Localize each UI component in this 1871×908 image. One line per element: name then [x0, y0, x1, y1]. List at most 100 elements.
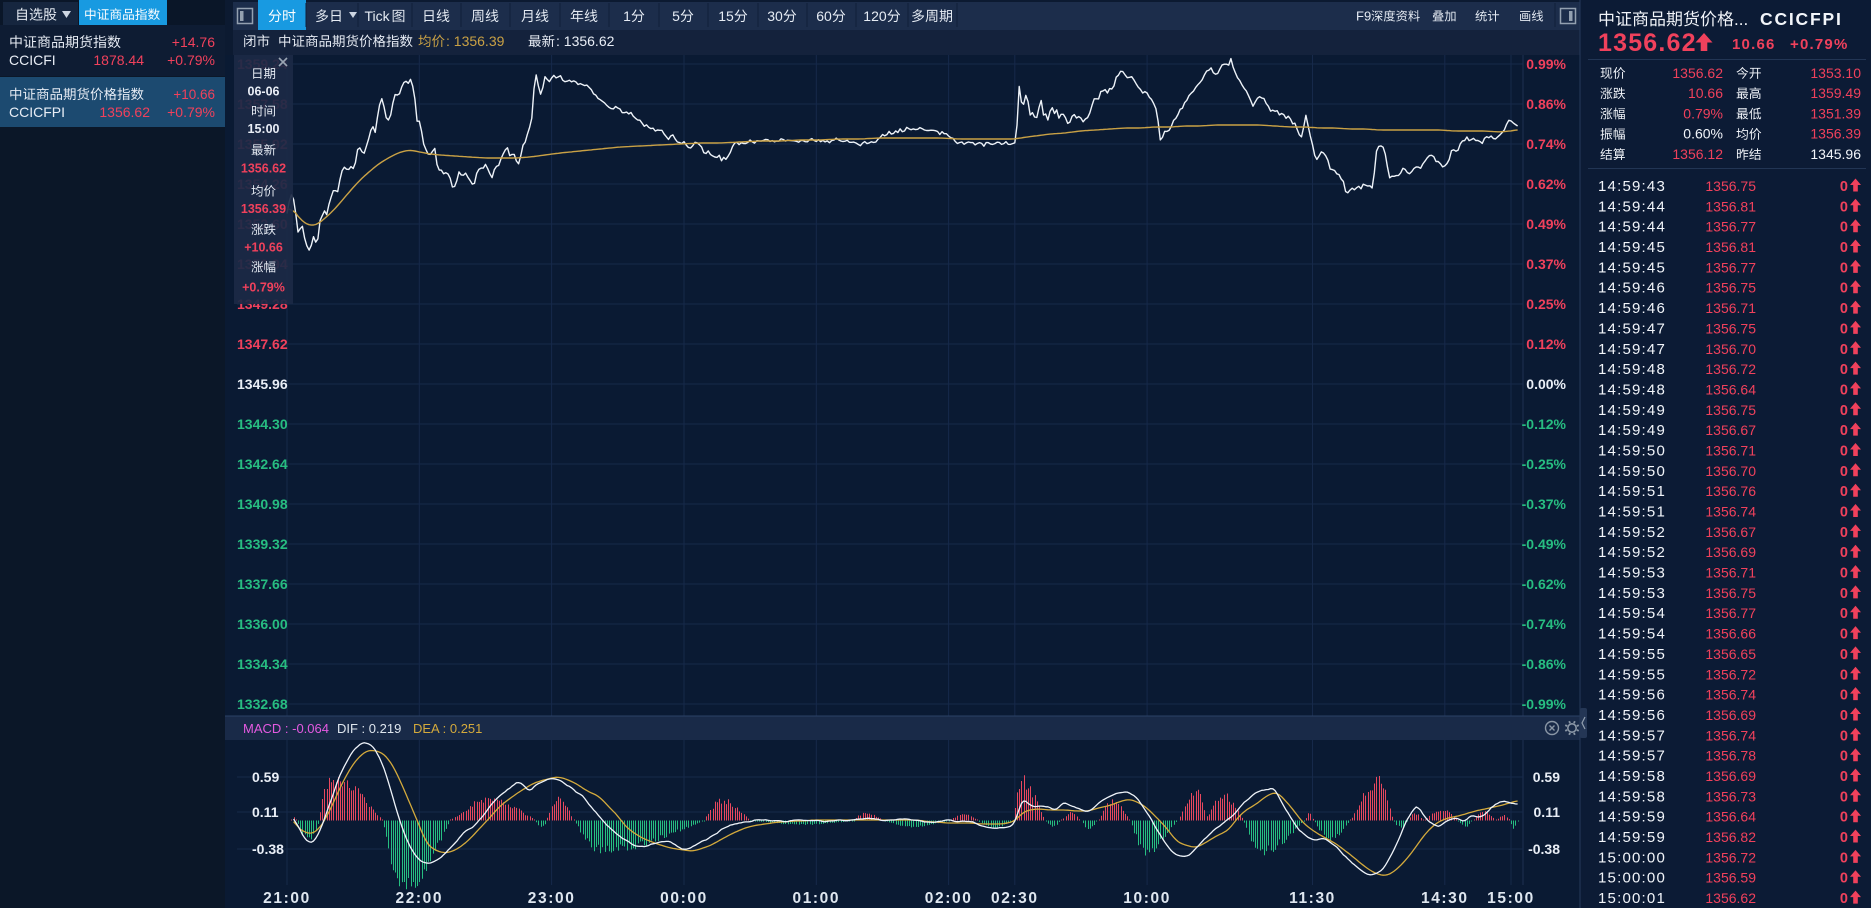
svg-text:0: 0	[1840, 220, 1848, 236]
svg-text:1345.96: 1345.96	[1810, 146, 1861, 162]
svg-text:0: 0	[1840, 464, 1848, 480]
svg-text:-0.99%: -0.99%	[1522, 696, 1567, 712]
svg-text:0: 0	[1840, 382, 1848, 398]
svg-text:1356.70: 1356.70	[1705, 463, 1756, 479]
svg-text:14:59:55: 14:59:55	[1598, 666, 1666, 683]
svg-text:14:59:59: 14:59:59	[1598, 829, 1666, 846]
svg-text:1356.72: 1356.72	[1705, 361, 1756, 377]
svg-text:-0.74%: -0.74%	[1522, 616, 1567, 632]
svg-text:CCICFPI: CCICFPI	[9, 104, 65, 120]
svg-text:14:59:47: 14:59:47	[1598, 341, 1666, 358]
svg-text:0: 0	[1840, 647, 1848, 663]
svg-text:1339.32: 1339.32	[237, 536, 288, 552]
svg-text:+0.79%: +0.79%	[242, 281, 285, 295]
svg-text:1356.69: 1356.69	[1705, 544, 1756, 560]
svg-text:14:59:50: 14:59:50	[1598, 463, 1666, 480]
svg-text:0: 0	[1840, 586, 1848, 602]
svg-text:1356.12: 1356.12	[1672, 146, 1723, 162]
svg-text:0.00%: 0.00%	[1526, 376, 1566, 392]
svg-text:+10.66: +10.66	[173, 87, 215, 102]
svg-text:: 1356.62: : 1356.62	[556, 33, 615, 49]
svg-text:14:59:49: 14:59:49	[1598, 402, 1666, 419]
svg-text:02:00: 02:00	[925, 890, 973, 907]
svg-text:1356.71: 1356.71	[1705, 300, 1756, 316]
svg-text:0: 0	[1840, 342, 1848, 358]
svg-text:1356.75: 1356.75	[1705, 280, 1756, 296]
svg-text:21:00: 21:00	[263, 890, 311, 907]
svg-text:0: 0	[1840, 728, 1848, 744]
svg-text:01:00: 01:00	[792, 890, 840, 907]
svg-text:14:59:43: 14:59:43	[1598, 178, 1666, 195]
svg-text:+0.79%: +0.79%	[167, 52, 215, 68]
svg-text:02:30: 02:30	[991, 890, 1039, 907]
svg-text:+0.79%: +0.79%	[1790, 36, 1849, 53]
svg-text:14:59:44: 14:59:44	[1598, 198, 1666, 215]
svg-text:14:59:46: 14:59:46	[1598, 280, 1666, 297]
svg-text:14:59:45: 14:59:45	[1598, 259, 1666, 276]
svg-text:1356.65: 1356.65	[1705, 646, 1756, 662]
svg-text:-0.49%: -0.49%	[1522, 536, 1567, 552]
svg-text:06-06: 06-06	[248, 85, 280, 99]
svg-text:1356.75: 1356.75	[1705, 402, 1756, 418]
svg-text:1356.71: 1356.71	[1705, 443, 1756, 459]
svg-text:MACD : -0.064: MACD : -0.064	[243, 721, 329, 736]
svg-text:14:59:53: 14:59:53	[1598, 585, 1666, 602]
svg-text:1351.39: 1351.39	[1810, 105, 1861, 121]
svg-text:1: 1	[623, 8, 631, 24]
svg-text:0: 0	[1840, 667, 1848, 683]
svg-text:0.25%: 0.25%	[1526, 296, 1566, 312]
svg-text:14:59:56: 14:59:56	[1598, 687, 1666, 704]
svg-text:0: 0	[1840, 505, 1848, 521]
svg-text:1356.62: 1356.62	[99, 104, 150, 120]
svg-text:1340.98: 1340.98	[237, 496, 288, 512]
svg-text:1347.62: 1347.62	[237, 336, 288, 352]
svg-text:1356.72: 1356.72	[1705, 849, 1756, 865]
svg-text:5: 5	[672, 8, 680, 24]
svg-text:1342.64: 1342.64	[237, 456, 288, 472]
svg-text:0.59: 0.59	[252, 769, 279, 785]
svg-text:10:00: 10:00	[1123, 890, 1171, 907]
svg-text:1356.74: 1356.74	[1705, 727, 1756, 743]
svg-text:0: 0	[1840, 810, 1848, 826]
svg-text:0: 0	[1840, 789, 1848, 805]
svg-text:1356.73: 1356.73	[1705, 788, 1756, 804]
svg-text:15:00:01: 15:00:01	[1598, 890, 1666, 907]
svg-text:15:00:00: 15:00:00	[1598, 849, 1666, 866]
svg-text:15:00: 15:00	[248, 122, 280, 136]
svg-text:DEA : 0.251: DEA : 0.251	[413, 721, 482, 736]
svg-text:1356.77: 1356.77	[1705, 259, 1756, 275]
svg-text:14:59:56: 14:59:56	[1598, 707, 1666, 724]
svg-text:14:59:57: 14:59:57	[1598, 727, 1666, 744]
svg-text:10.66: 10.66	[1732, 36, 1776, 53]
svg-text:...: ...	[1734, 10, 1748, 29]
svg-text:0: 0	[1840, 606, 1848, 622]
svg-text:1356.75: 1356.75	[1705, 585, 1756, 601]
svg-text:Tick: Tick	[365, 8, 391, 24]
svg-text:-0.37%: -0.37%	[1522, 496, 1567, 512]
svg-text:F9: F9	[1356, 9, 1371, 24]
svg-text:14:59:51: 14:59:51	[1598, 504, 1666, 521]
svg-text:1356.72: 1356.72	[1705, 666, 1756, 682]
svg-text:00:00: 00:00	[660, 890, 708, 907]
svg-text:0: 0	[1840, 260, 1848, 276]
svg-text:1356.64: 1356.64	[1705, 381, 1756, 397]
svg-text:DIF : 0.219: DIF : 0.219	[337, 721, 401, 736]
svg-text:1356.69: 1356.69	[1705, 707, 1756, 723]
svg-text:14:59:55: 14:59:55	[1598, 646, 1666, 663]
svg-text:1336.00: 1336.00	[237, 616, 288, 632]
svg-text:0: 0	[1840, 749, 1848, 765]
svg-text:0: 0	[1840, 484, 1848, 500]
svg-text:-0.62%: -0.62%	[1522, 576, 1567, 592]
svg-text:1356.64: 1356.64	[1705, 809, 1756, 825]
svg-text:1356.66: 1356.66	[1705, 626, 1756, 642]
svg-text:0: 0	[1840, 545, 1848, 561]
svg-text:0: 0	[1840, 566, 1848, 582]
svg-text:30: 30	[767, 8, 783, 24]
svg-text:15:00:00: 15:00:00	[1598, 870, 1666, 887]
svg-text:1356.62: 1356.62	[1598, 29, 1697, 57]
svg-text:1356.62: 1356.62	[1705, 890, 1756, 906]
svg-text:CCICFI: CCICFI	[9, 52, 56, 68]
svg-text:0: 0	[1840, 321, 1848, 337]
svg-text:23:00: 23:00	[528, 890, 576, 907]
svg-text:0.99%: 0.99%	[1526, 56, 1566, 72]
